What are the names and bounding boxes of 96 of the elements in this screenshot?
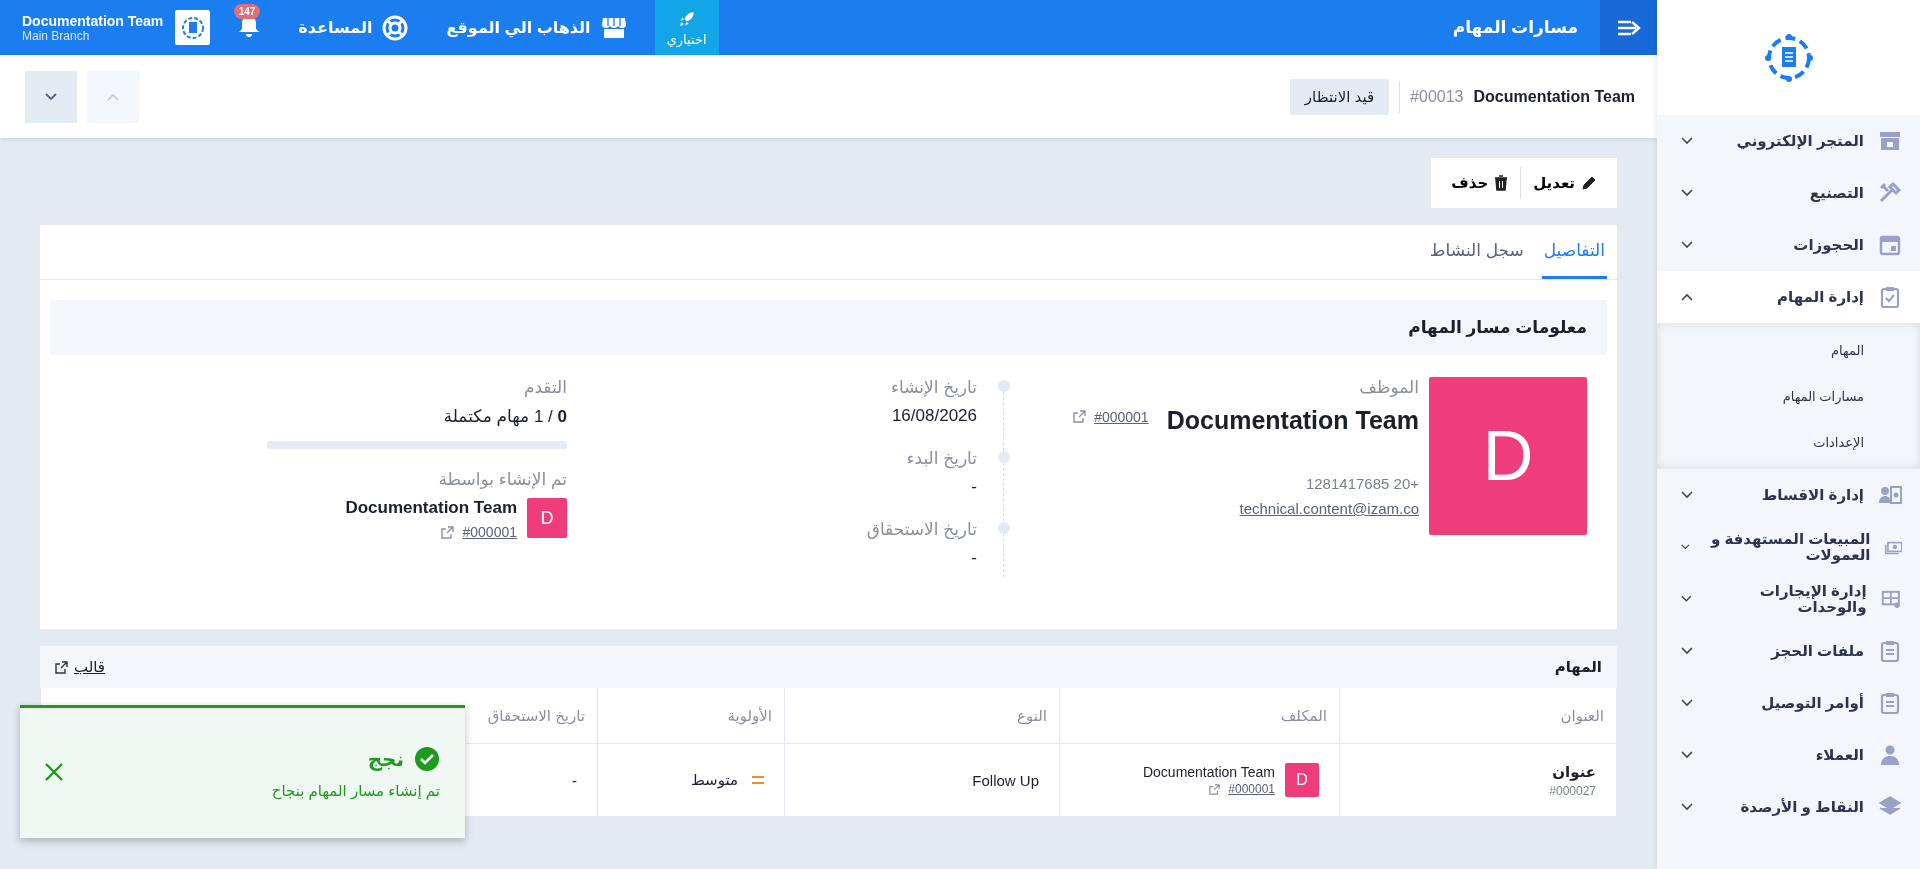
submenu-item[interactable]: مسارات المهام xyxy=(1657,373,1920,419)
tasks-title: المهام xyxy=(1554,658,1602,676)
chevron-icon xyxy=(1681,699,1693,707)
template-link[interactable]: قالب xyxy=(74,658,106,676)
notification-count: 147 xyxy=(233,4,261,19)
timeline-dot xyxy=(998,380,1010,392)
website-link[interactable]: الذهاب الي الموقع xyxy=(440,14,633,41)
submenu-item[interactable]: الإعدادات xyxy=(1657,419,1920,465)
sidebar-item[interactable]: التصنيع xyxy=(1657,167,1920,219)
field-label: تاريخ البدء xyxy=(906,448,977,469)
menu-arrow-icon xyxy=(1616,18,1641,37)
phone-number: +20 1281417685 xyxy=(1305,475,1419,492)
sidebar-item[interactable]: إدارة الإيجارات والوحدات xyxy=(1657,573,1920,625)
clipboard-icon xyxy=(1878,691,1902,715)
chevron-icon xyxy=(1681,595,1692,603)
record-title: Documentation Team xyxy=(1473,87,1635,106)
toast-message: تم إنشاء مسار المهام بنجاح xyxy=(271,782,440,800)
sidebar-item[interactable]: العملاء xyxy=(1657,729,1920,781)
chevron-icon xyxy=(1681,293,1693,301)
sidebar-item[interactable]: إدارة المهام xyxy=(1657,271,1920,323)
equals-icon xyxy=(752,776,764,784)
employee-link[interactable]: #000001 xyxy=(1094,408,1149,425)
assignee-name: Documentation Team xyxy=(1142,764,1275,780)
clipboard-icon xyxy=(1878,639,1902,663)
user-icon xyxy=(1878,743,1902,767)
check-circle-icon xyxy=(414,746,440,772)
app-logo xyxy=(1762,31,1815,84)
tools-icon xyxy=(1878,181,1902,205)
submenu-item[interactable]: المهام xyxy=(1657,327,1920,373)
field-label: تاريخ الإنشاء xyxy=(890,377,977,398)
sidebar-item[interactable]: الحجوزات xyxy=(1657,219,1920,271)
close-icon xyxy=(44,761,64,782)
sidebar-item[interactable]: المتجر الإلكتروني xyxy=(1657,115,1920,167)
chevron-icon xyxy=(1681,137,1693,145)
chevron-icon xyxy=(1681,189,1693,197)
edit-button[interactable]: تعديل xyxy=(1521,168,1609,198)
field-label: التقدم xyxy=(523,377,567,398)
task-number: #000027 xyxy=(1548,783,1596,798)
assignee-link[interactable]: #000001 xyxy=(1228,782,1275,796)
sidebar-toggle-button[interactable] xyxy=(1600,0,1657,55)
employee-name: Documentation Team xyxy=(1166,406,1419,435)
sidebar-item[interactable]: النقاط و الأرصدة xyxy=(1657,781,1920,833)
calendar-icon xyxy=(1878,233,1902,257)
chevron-icon xyxy=(1681,751,1693,759)
record-number: #00013 xyxy=(1410,87,1464,106)
store-icon xyxy=(600,15,627,40)
sidebar-item[interactable]: المبيعات المستهدفة و العمولات xyxy=(1657,521,1920,573)
date-value: - xyxy=(971,548,977,568)
trash-icon xyxy=(1494,175,1509,191)
field-label: الموظف xyxy=(1359,377,1419,398)
section-title: معلومات مسار المهام xyxy=(1408,317,1587,338)
sidebar-item[interactable]: إدارة الاقساط xyxy=(1657,469,1920,521)
help-icon xyxy=(382,14,409,41)
tab[interactable]: سجل النشاط xyxy=(1427,225,1526,279)
creator-avatar: D xyxy=(527,498,567,538)
company-logo xyxy=(175,10,211,45)
help-link[interactable]: المساعدة xyxy=(292,13,415,42)
field-label: تاريخ الاستحقاق xyxy=(866,519,977,540)
external-link-icon[interactable] xyxy=(55,660,68,674)
id-card-icon xyxy=(1878,483,1902,507)
timeline-dot xyxy=(998,451,1010,463)
table-cell: Follow Up xyxy=(784,743,1060,817)
sidebar-item[interactable]: ملفات الحجز xyxy=(1657,625,1920,677)
chevron-up-icon xyxy=(107,92,119,101)
delete-button[interactable]: حذف xyxy=(1439,168,1521,198)
status-badge: قيد الانتظار xyxy=(1289,78,1390,115)
account-name: Documentation Team xyxy=(22,12,164,29)
chevron-icon xyxy=(1681,803,1693,811)
date-value: - xyxy=(971,477,977,497)
assignee-avatar: D xyxy=(1285,763,1319,797)
sidebar-item[interactable]: أوامر التوصيل xyxy=(1657,677,1920,729)
column-header: النوع xyxy=(784,688,1060,744)
store-icon xyxy=(1878,129,1902,153)
field-label: تم الإنشاء بواسطة xyxy=(438,469,567,490)
email-link[interactable]: technical.content@izam.co xyxy=(1239,500,1419,517)
priority-text: متوسط xyxy=(690,771,738,789)
column-header: المكلف xyxy=(1059,688,1340,744)
page-title: مسارات المهام xyxy=(1452,17,1578,38)
task-title: عنوان xyxy=(1551,762,1596,781)
branch-name: Main Branch xyxy=(22,28,90,43)
chevron-icon xyxy=(1681,241,1693,249)
toast-title: نجج xyxy=(367,747,404,771)
creator-link[interactable]: #000001 xyxy=(462,524,517,540)
column-header: العنوان xyxy=(1339,688,1617,744)
employee-avatar: D xyxy=(1429,377,1587,535)
chevron-icon xyxy=(1681,491,1693,499)
chevron-down-icon xyxy=(45,92,57,101)
date-value: 16/08/2026 xyxy=(891,406,977,426)
clipboard-check-icon xyxy=(1878,285,1902,309)
chevron-icon xyxy=(1681,543,1690,551)
column-header: الأولوية xyxy=(597,688,785,744)
pencil-icon xyxy=(1581,175,1597,191)
chevron-icon xyxy=(1681,647,1693,655)
tab[interactable]: التفاصيل xyxy=(1541,225,1607,279)
creator-name: Documentation Team xyxy=(345,498,517,518)
timeline-dot xyxy=(998,522,1010,534)
